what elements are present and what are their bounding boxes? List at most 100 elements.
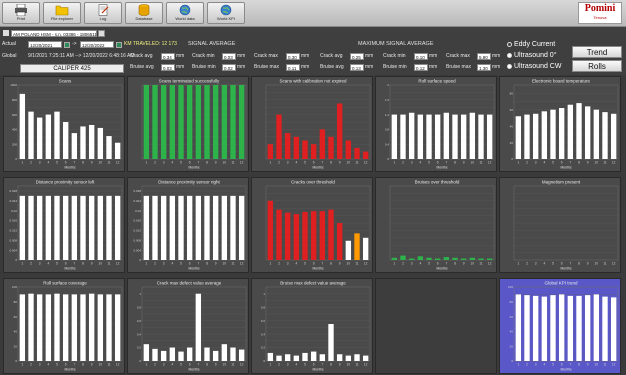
bar-chart: Distance proximity sensor left 0 0.004 0.00… [9,180,123,271]
x-tick-label: 9 [587,363,589,367]
x-tick-label: 7 [569,363,571,367]
y-tick-label: 20 [510,141,514,145]
chart-bar [221,344,228,361]
x-tick-label: 6 [561,363,563,367]
x-tick-label: 3 [39,262,41,266]
sensor-option-ultrasound-cw[interactable]: Ultrasound CW [507,63,561,70]
chart-bar [469,257,476,260]
actual-to-date[interactable]: 12/20/2022 [80,41,114,48]
x-tick-label: 2 [30,161,32,165]
chart-bar [62,122,69,159]
x-tick-label: 11 [603,363,607,367]
x-tick-label: 12 [488,161,492,165]
x-axis-label: Months [436,267,447,271]
chart-bar [328,209,334,260]
x-tick-label: 5 [304,161,306,165]
chart-bar [345,140,352,159]
calendar-icon[interactable] [116,41,122,48]
bar-chart: Roll surface speed00.40.81.21.621 2 3 4 5 6 7 8… [385,79,495,170]
chart-bar [345,240,352,260]
y-tick-label: 60 [14,315,18,319]
x-tick-label: 7 [569,161,571,165]
actual-from-date[interactable]: 12/20/2021 [28,41,62,48]
y-tick-label: 0.02 [11,209,17,213]
caliper-field: CALIPER 425 [20,64,124,73]
chart-bar [114,294,121,361]
x-tick-label: 4 [47,262,49,266]
y-tick-label: 0.2 [137,346,142,350]
y-tick-label: 0.8 [385,128,390,132]
max-crack-max-value: 5.90 [477,53,491,60]
chart-bar [328,324,334,361]
x-tick-label: 7 [445,161,447,165]
x-tick-label: 5 [552,262,554,266]
x-tick-label: 9 [463,262,465,266]
chart-panel: Cracks over threshold 1 2 3 4 5 6 7 8 9 10 11 12 Mont… [251,177,373,273]
x-tick-label: 9 [215,262,217,266]
x-tick-label: 8 [578,161,580,165]
chart-bar [19,93,26,159]
x-tick-label: 8 [330,363,332,367]
trend-button[interactable]: Trend [572,46,622,58]
chart-bar [524,114,530,159]
database-button[interactable]: Database [125,2,163,24]
empty-panel [375,278,497,374]
y-tick-label: 20 [510,344,514,348]
y-tick-label: 0.024 [133,199,141,203]
x-tick-label: 9 [215,363,217,367]
crack-avg-value: 0.34 [161,53,175,60]
bar-chart: Crack max defect value average 0 0.2 0.4 0.6… [137,281,247,372]
folder-icon [55,5,69,16]
chart-bar [310,144,317,159]
y-tick-label: 1.6 [385,98,390,102]
unit-label: mm [492,53,501,59]
y-tick-label: 0.016 [133,219,141,223]
y-tick-label: 0 [511,359,513,363]
x-tick-label: 2 [154,363,156,367]
max-bruise-min-label: Bruise min [383,64,407,70]
chart-bar [230,195,236,260]
rolls-button[interactable]: Rolls [572,60,622,72]
sensor-option-ultrasound-0[interactable]: Ultrasound 0° [507,52,557,59]
chart-bar [336,103,343,159]
world-kpi-button[interactable]: World KPI [207,2,245,24]
radio-icon [507,63,512,69]
chart-bar [319,354,326,361]
x-tick-label: 12 [116,363,120,367]
chart-panel: Roll surface coverage 0 20 40 60 80 100 1 2 3 4 5 6 7… [3,278,125,374]
radio-icon [507,52,512,58]
x-axis-label: Months [188,166,199,170]
database-button-label: Database [135,16,153,21]
x-tick-label: 3 [411,161,413,165]
chart-bar [19,195,26,260]
world-data-button[interactable]: World data [166,2,204,24]
y-tick-label: 2 [387,83,389,87]
x-tick-label: 8 [330,262,332,266]
chart-bar [71,133,78,159]
max-crack-min-label: Crack min [383,53,406,59]
x-tick-label: 2 [30,363,32,367]
chart-title: Bruise max defect value average [280,281,346,286]
chart-title: Scans with calibration not expired [279,79,347,84]
chart-bar [532,113,539,159]
chart-bar [160,350,167,361]
x-tick-label: 3 [287,262,289,266]
chart-bar [80,294,86,361]
max-crack-avg-label: Crack avg [320,53,343,59]
x-tick-label: 5 [552,363,554,367]
chart-title: Roll surface coverage [43,281,87,286]
calendar-icon[interactable] [64,41,70,48]
x-axis-label: Months [64,368,75,372]
mill-name-field[interactable]: AM POLAND HSM - s.n. 03386 - 1806511 [11,30,97,37]
log-button[interactable]: Log [84,2,122,24]
print-button[interactable]: Print [2,2,40,24]
x-tick-label: 7 [569,262,571,266]
sensor-option-eddy-current[interactable]: Eddy Current [507,41,555,48]
x-tick-label: 9 [91,161,93,165]
file-explorer-button[interactable]: File explorer [43,2,81,24]
chart-bar [486,114,493,159]
bar-chart: Bruise max defect value average 0 0.2 0.4 0.… [261,281,371,372]
mill-dropdown-button[interactable] [98,30,105,37]
y-tick-label: 20 [14,344,18,348]
chart-bar [469,112,476,159]
